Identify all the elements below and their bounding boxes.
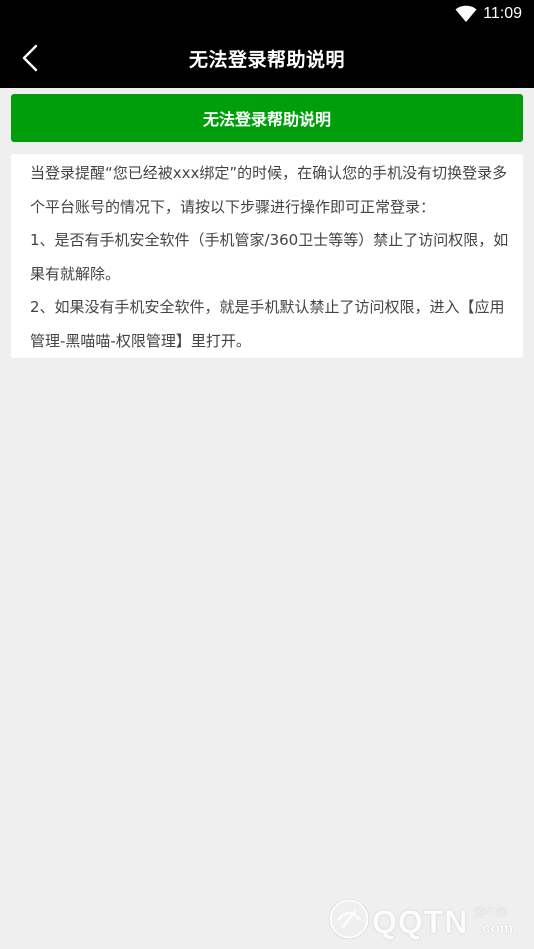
watermark: QQTN 腾牛网 .com bbox=[318, 892, 528, 946]
help-content-card: 当登录提醒“您已经被xxx绑定”的时候，在确认您的手机没有切换登录多个平台账号的… bbox=[11, 154, 523, 358]
help-step-2: 2、如果没有手机安全软件，就是手机默认禁止了访问权限，进入【应用管理-黑喵喵-权… bbox=[30, 298, 505, 350]
status-time: 11:09 bbox=[483, 5, 522, 22]
page-title: 无法登录帮助说明 bbox=[188, 48, 345, 71]
watermark-domain: .com bbox=[478, 920, 514, 937]
help-section-header: 无法登录帮助说明 bbox=[11, 94, 523, 142]
help-intro-paragraph: 当登录提醒“您已经被xxx绑定”的时候，在确认您的手机没有切换登录多个平台账号的… bbox=[30, 164, 508, 216]
status-bar: 11:09 bbox=[0, 0, 534, 28]
watermark-cn-text: 腾牛网 bbox=[474, 906, 507, 919]
status-right: 11:09 bbox=[455, 0, 522, 28]
wifi-icon bbox=[455, 5, 477, 23]
qqtn-logo-icon bbox=[328, 898, 370, 940]
help-step-1: 1、是否有手机安全软件（手机管家/360卫士等等）禁止了访问权限，如果有就解除。 bbox=[30, 231, 509, 283]
watermark-text: QQTN bbox=[372, 904, 469, 940]
app-bar: 无法登录帮助说明 bbox=[0, 28, 534, 88]
